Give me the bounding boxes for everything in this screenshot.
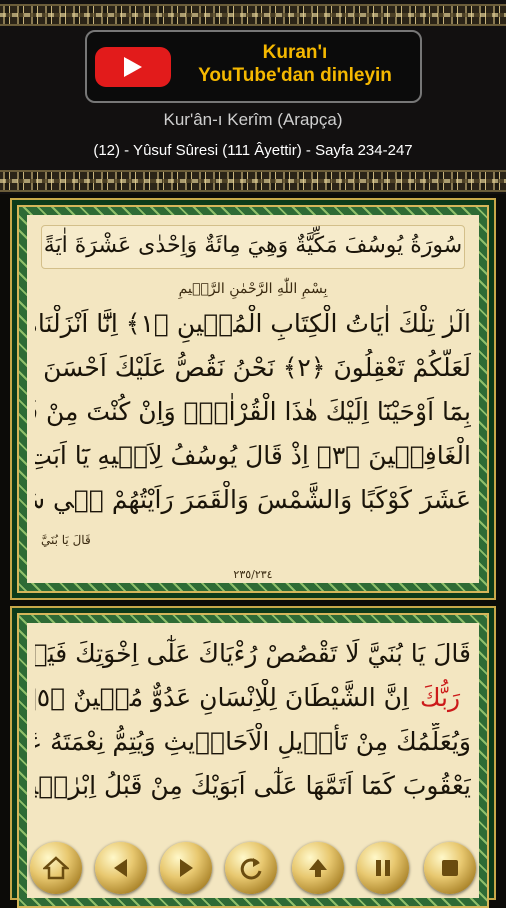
page-1-inner: سُورَةُ يُوسُفَ مَكِّيَّةٌ وَهِيَ مِائَة… bbox=[17, 205, 489, 593]
youtube-play-icon bbox=[95, 47, 171, 87]
playback-controls bbox=[0, 842, 506, 900]
repeat-icon bbox=[225, 842, 277, 894]
verse-word-highlight: رَبُّكَ bbox=[419, 683, 461, 712]
banner-line-2: YouTube'dan dinleyin bbox=[198, 65, 392, 86]
sura-title: سُورَةُ يُوسُفَ مَكِّيَّةٌ وَهِيَ مِائَة… bbox=[41, 225, 465, 269]
repeat-button[interactable] bbox=[225, 842, 277, 894]
verse-line: عَشَرَ كَوْكَبًا وَالشَّمْسَ وَالْقَمَرَ… bbox=[35, 485, 471, 514]
verse-line: بِمَٓا اَوْحَيْنَٓا اِلَيْكَ هٰذَا الْقُ… bbox=[35, 397, 471, 426]
stop-icon bbox=[424, 842, 476, 894]
banner-line-1: Kuran'ı bbox=[262, 42, 328, 63]
stop-button[interactable] bbox=[424, 842, 476, 894]
next-button[interactable] bbox=[160, 842, 212, 894]
next-icon bbox=[160, 842, 212, 894]
quran-page-1[interactable]: سُورَةُ يُوسُفَ مَكِّيَّةٌ وَهِيَ مِائَة… bbox=[10, 198, 496, 600]
page-number: ٢٣٥/٢٣٤ bbox=[233, 568, 273, 581]
verse-line: الْغَافِل۪ينَ ﴿٣﴾ اِذْ قَالَ يُوسُفُ لِا… bbox=[35, 441, 471, 470]
up-button[interactable] bbox=[292, 842, 344, 894]
verse-line: الٓرٰ تِلْكَ اٰيَاتُ الْكِتَابِ الْمُب۪ي… bbox=[35, 309, 471, 338]
page-1-parchment: سُورَةُ يُوسُفَ مَكِّيَّةٌ وَهِيَ مِائَة… bbox=[27, 215, 479, 583]
header: Kuran'ı YouTube'dan dinleyin Kur'ân-ı Ke… bbox=[0, 0, 506, 194]
previous-button[interactable] bbox=[95, 842, 147, 894]
verse-line: وَيُعَلِّمُكَ مِنْ تَأْو۪يلِ الْاَحَاد۪ي… bbox=[35, 727, 471, 756]
youtube-banner-button[interactable]: Kuran'ı YouTube'dan dinleyin bbox=[85, 30, 422, 103]
verse-line: قَالَ يَا بُنَيَّ لَا تَقْصُصْ رُءْيَاكَ… bbox=[35, 639, 471, 668]
pause-icon bbox=[357, 842, 409, 894]
top-ornament bbox=[0, 4, 506, 26]
up-icon bbox=[292, 842, 344, 894]
sura-info: (12) - Yûsuf Sûresi (111 Âyettir) - Sayf… bbox=[93, 142, 413, 159]
verse-line: لَعَلَّكُمْ تَعْقِلُونَ ﴿٢﴾ نَحْنُ نَقُص… bbox=[35, 353, 471, 382]
app-title: Kur'ân-ı Kerîm (Arapça) bbox=[163, 110, 343, 129]
previous-icon bbox=[95, 842, 147, 894]
youtube-banner-text: Kuran'ı YouTube'dan dinleyin bbox=[175, 41, 415, 87]
verse-line: يَعْقُوبَ كَمَٓا اَتَمَّهَا عَلٰٓى اَبَو… bbox=[35, 771, 471, 800]
catchword: قَالَ يَا بُنَيَّ bbox=[41, 533, 91, 547]
home-icon bbox=[30, 842, 82, 894]
basmala: بِسْمِ اللّٰهِ الرَّحْمٰنِ الرَّح۪يمِ bbox=[178, 281, 328, 297]
bottom-ornament bbox=[0, 170, 506, 192]
home-button[interactable] bbox=[30, 842, 82, 894]
pause-button[interactable] bbox=[357, 842, 409, 894]
verse-line: اِنَّ الشَّيْطَانَ لِلْاِنْسَانِ عَدُوٌّ… bbox=[35, 683, 409, 712]
